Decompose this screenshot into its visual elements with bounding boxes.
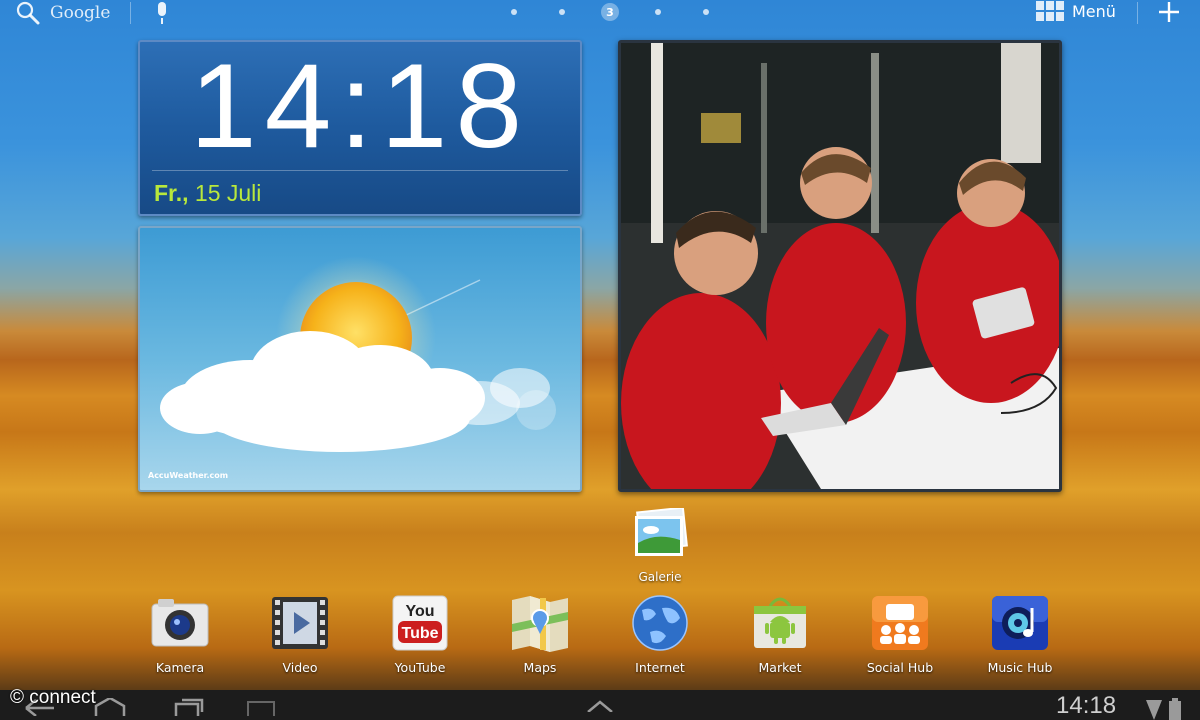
social-hub-icon: [872, 596, 928, 650]
search-icon: [16, 1, 40, 25]
photo-image: [621, 43, 1059, 489]
app-social-hub[interactable]: Social Hub: [840, 594, 960, 680]
clock-date: 15 Juli: [194, 180, 262, 206]
app-label: Internet: [635, 660, 685, 675]
app-label: Social Hub: [866, 660, 934, 675]
camera-icon: [151, 599, 209, 647]
microphone-icon[interactable]: [152, 1, 172, 25]
svg-text:You: You: [405, 603, 434, 620]
google-search-button[interactable]: Google: [14, 0, 110, 26]
system-navigation-bar: [0, 690, 1200, 720]
app-grid-icon: [1036, 1, 1064, 21]
app-label: Maps: [523, 660, 557, 675]
divider: [130, 2, 131, 24]
app-video[interactable]: Video: [240, 594, 360, 680]
gallery-shortcut[interactable]: Galerie: [620, 506, 700, 584]
app-maps[interactable]: Maps: [480, 594, 600, 680]
page-dot[interactable]: [511, 9, 517, 15]
clock-date-line: Fr., 15 Juli: [154, 180, 261, 207]
app-youtube[interactable]: You Tube YouTube: [360, 594, 480, 680]
battery-icon: [1169, 698, 1181, 720]
watermark: © connect: [10, 687, 96, 708]
menu-label: Menü: [1072, 1, 1116, 21]
app-label: Video: [282, 660, 318, 675]
home-icon[interactable]: [90, 698, 130, 716]
youtube-icon: You Tube: [392, 595, 448, 651]
page-dot[interactable]: [559, 9, 565, 15]
current-page-indicator[interactable]: 3: [601, 3, 619, 21]
google-search-label: Google: [50, 3, 111, 23]
chevron-up-icon[interactable]: [586, 698, 614, 712]
page-dot[interactable]: [655, 9, 661, 15]
svg-text:Tube: Tube: [401, 625, 438, 642]
weather-widget[interactable]: AccuWeather.com: [138, 226, 582, 492]
music-hub-icon: [992, 596, 1048, 650]
menu-button[interactable]: Menü: [1036, 0, 1116, 22]
recent-apps-icon[interactable]: [172, 698, 206, 716]
wifi-icon: [1146, 700, 1162, 720]
app-label: Music Hub: [987, 660, 1053, 675]
maps-icon: [512, 596, 568, 652]
video-icon: [272, 597, 328, 649]
app-market[interactable]: Market: [720, 594, 840, 680]
weather-provider: AccuWeather.com: [148, 471, 229, 480]
app-internet[interactable]: Internet: [600, 594, 720, 680]
clock-day: Fr.,: [154, 180, 189, 206]
globe-icon: [632, 595, 688, 651]
clock-time: 14:18: [189, 39, 531, 173]
clock-widget[interactable]: 14:18 Fr., 15 Juli: [138, 40, 582, 216]
page-indicator: 3: [490, 2, 730, 22]
add-icon[interactable]: [1156, 0, 1182, 24]
status-bar-clock: 14:18: [1056, 692, 1117, 719]
top-bar: Google 3 Menü: [0, 0, 1200, 30]
app-label: Market: [758, 660, 802, 675]
app-label: Kamera: [155, 660, 205, 675]
app-music-hub[interactable]: Music Hub: [960, 594, 1080, 680]
divider: [1137, 2, 1138, 24]
sun-behind-cloud-icon: [160, 256, 556, 452]
app-label: YouTube: [394, 660, 446, 675]
screenshot-icon[interactable]: [244, 698, 278, 716]
clock-divider: [152, 170, 568, 171]
page-dot[interactable]: [703, 9, 709, 15]
app-kamera[interactable]: Kamera: [120, 594, 240, 680]
market-icon: [754, 597, 806, 648]
gallery-icon: [635, 506, 688, 556]
gallery-label: Galerie: [638, 570, 682, 584]
photo-frame-widget[interactable]: [618, 40, 1062, 492]
app-dock: Kamera Video You Tube YouTube Maps Inter…: [120, 594, 1080, 680]
